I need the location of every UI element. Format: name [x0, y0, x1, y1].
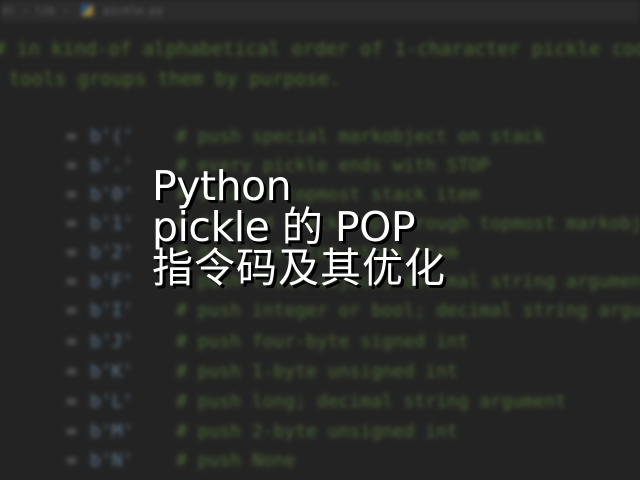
title-line-3: 指令码及其优化	[152, 244, 446, 292]
title-line-1: Python	[152, 162, 292, 210]
cover-image: el › lib › pickle.py # in kind-of alphab…	[0, 0, 640, 480]
title-line-2: pickle 的 POP	[152, 203, 416, 251]
article-title: Python pickle 的 POP 指令码及其优化	[152, 166, 446, 289]
